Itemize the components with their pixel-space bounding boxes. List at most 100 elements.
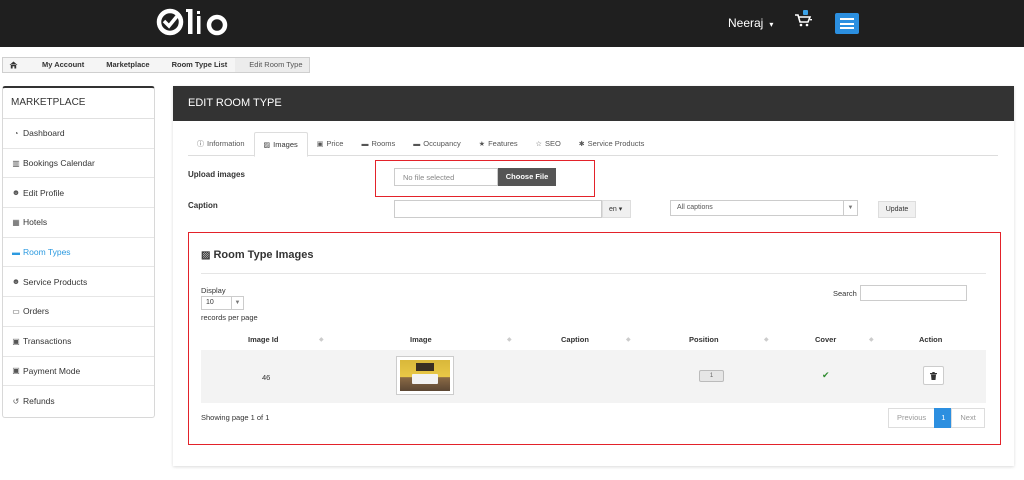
sidebar-item-hotels[interactable]: ▦ Hotels xyxy=(3,208,154,238)
sidebar-item-label: Orders xyxy=(23,306,49,317)
sort-icon[interactable]: ◆ xyxy=(764,336,769,343)
sort-icon[interactable]: ◆ xyxy=(626,336,631,343)
column-header-image[interactable]: Image xyxy=(410,335,432,344)
sidebar-item-orders[interactable]: ▭ Orders xyxy=(3,297,154,327)
sidebar-title: MARKETPLACE xyxy=(3,88,154,119)
breadcrumb-home[interactable] xyxy=(3,58,28,72)
sidebar-item-edit-profile[interactable]: ☻ Edit Profile xyxy=(3,178,154,209)
bed-icon: ▬ xyxy=(12,247,20,257)
caption-input[interactable] xyxy=(394,200,602,218)
sort-icon[interactable]: ◆ xyxy=(869,336,874,343)
cart-button[interactable] xyxy=(794,10,813,30)
tab-service-products[interactable]: ✱ Service Products xyxy=(570,132,654,155)
sort-icon[interactable]: ◆ xyxy=(319,336,324,343)
sidebar-item-bookings-calendar[interactable]: ▥ Bookings Calendar xyxy=(3,149,154,179)
money-icon: ▣ xyxy=(12,336,20,346)
money-icon: ▣ xyxy=(316,141,324,148)
sidebar-item-label: Hotels xyxy=(23,217,48,228)
breadcrumb-my-account[interactable]: My Account xyxy=(28,58,92,72)
sidebar-item-room-types[interactable]: ▬ Room Types xyxy=(3,238,154,268)
trash-icon xyxy=(930,372,937,380)
column-header-cover[interactable]: Cover xyxy=(815,335,836,344)
top-navbar: Neeraj ▾ xyxy=(0,0,1024,47)
brand-logo[interactable] xyxy=(155,6,231,40)
pagination-info: Showing page 1 of 1 xyxy=(201,413,270,422)
sort-icon[interactable]: ◆ xyxy=(507,336,512,343)
cart-icon xyxy=(795,14,813,27)
hamburger-icon xyxy=(840,18,854,20)
sidebar-item-label: Refunds xyxy=(23,396,55,407)
user-menu[interactable]: Neeraj ▾ xyxy=(728,16,773,30)
search-input[interactable] xyxy=(860,285,967,301)
sidebar-item-label: Payment Mode xyxy=(23,365,81,376)
tab-images[interactable]: ▨ Images xyxy=(253,132,308,157)
image-icon: ▨ xyxy=(201,250,211,261)
records-per-page-select[interactable]: 10 ▼ xyxy=(201,296,244,310)
search-label: Search xyxy=(833,289,857,298)
language-dropdown[interactable]: en ▾ xyxy=(602,200,631,218)
column-header-action: Action xyxy=(919,335,943,344)
chart-icon: ▥ xyxy=(12,158,20,168)
sidebar-item-label: Bookings Calendar xyxy=(23,158,95,169)
sidebar-item-service-products[interactable]: ☻ Service Products xyxy=(3,267,154,298)
room-type-images-highlight-box xyxy=(188,232,1001,445)
display-label: Display xyxy=(201,286,226,295)
tab-features[interactable]: ★ Features xyxy=(470,132,527,155)
bed-icon: ▬ xyxy=(361,141,369,148)
tab-rooms[interactable]: ▬ Rooms xyxy=(352,132,404,155)
column-header-position[interactable]: Position xyxy=(689,335,719,344)
tab-label: Occupancy xyxy=(423,139,461,148)
column-header-image-id[interactable]: Image Id xyxy=(248,335,278,344)
card-icon: ▭ xyxy=(12,306,20,316)
sidebar-item-dashboard[interactable]: ◔ Dashboard xyxy=(3,119,154,149)
room-image-thumbnail[interactable] xyxy=(396,356,454,395)
check-icon[interactable]: ✔ xyxy=(822,370,830,381)
tab-label: Information xyxy=(207,139,245,148)
dashboard-icon: ◔ xyxy=(13,128,19,138)
image-id-cell: 46 xyxy=(262,373,271,382)
upload-images-label: Upload images xyxy=(188,170,245,179)
sidebar-item-label: Edit Profile xyxy=(23,187,65,198)
chevron-down-icon: ▼ xyxy=(231,297,243,309)
home-icon xyxy=(9,61,18,69)
breadcrumb: My Account Marketplace Room Type List Ed… xyxy=(2,57,310,73)
file-status: No file selected xyxy=(394,168,498,186)
breadcrumb-room-type-list[interactable]: Room Type List xyxy=(158,58,236,72)
bed-icon: ▬ xyxy=(413,141,421,148)
sidebar-item-label: Service Products xyxy=(23,276,88,287)
previous-page-button[interactable]: Previous xyxy=(888,408,936,428)
tab-information[interactable]: ⓘ Information xyxy=(188,132,254,155)
cart-badge xyxy=(803,10,808,15)
tab-occupancy[interactable]: ▬ Occupancy xyxy=(404,132,470,155)
caption-filter-select[interactable]: All captions ▼ xyxy=(670,200,858,216)
records-per-page-value: 10 xyxy=(206,299,214,306)
chevron-down-icon: ▾ xyxy=(769,20,774,29)
star-outline-icon: ☆ xyxy=(535,141,542,148)
position-handle[interactable]: 1 xyxy=(699,370,724,382)
sidebar-item-refunds[interactable]: ↺ Refunds xyxy=(3,386,154,416)
tab-bar: ⓘ Information ▨ Images ▣ Price ▬ Rooms ▬ Occu… xyxy=(188,132,998,157)
sidebar-item-payment-mode[interactable]: ▣ Payment Mode xyxy=(3,357,154,387)
sidebar-item-label: Room Types xyxy=(23,247,71,258)
breadcrumb-marketplace[interactable]: Marketplace xyxy=(92,58,157,72)
sidebar-item-transactions[interactable]: ▣ Transactions xyxy=(3,327,154,357)
next-page-button[interactable]: Next xyxy=(951,408,985,428)
tab-price[interactable]: ▣ Price xyxy=(308,132,353,155)
room-type-images-title: ▨ Room Type Images xyxy=(201,249,314,261)
users-icon: ☻ xyxy=(11,277,21,287)
breadcrumb-edit-room-type: Edit Room Type xyxy=(235,58,309,72)
delete-image-button[interactable] xyxy=(923,366,944,385)
divider xyxy=(201,273,986,274)
choose-file-button[interactable]: Choose File xyxy=(498,168,556,186)
user-icon: ☻ xyxy=(11,188,21,198)
image-icon: ▨ xyxy=(263,142,271,149)
tab-label: Price xyxy=(326,139,344,148)
page-1-button[interactable]: 1 xyxy=(934,408,953,428)
update-button[interactable]: Update xyxy=(878,201,916,218)
tab-label: Rooms xyxy=(371,139,396,148)
column-header-caption[interactable]: Caption xyxy=(561,335,589,344)
tab-label: Images xyxy=(273,140,298,149)
page-title: EDIT ROOM TYPE xyxy=(173,86,1014,121)
menu-toggle-button[interactable] xyxy=(835,13,859,34)
tab-seo[interactable]: ☆ SEO xyxy=(527,132,570,155)
